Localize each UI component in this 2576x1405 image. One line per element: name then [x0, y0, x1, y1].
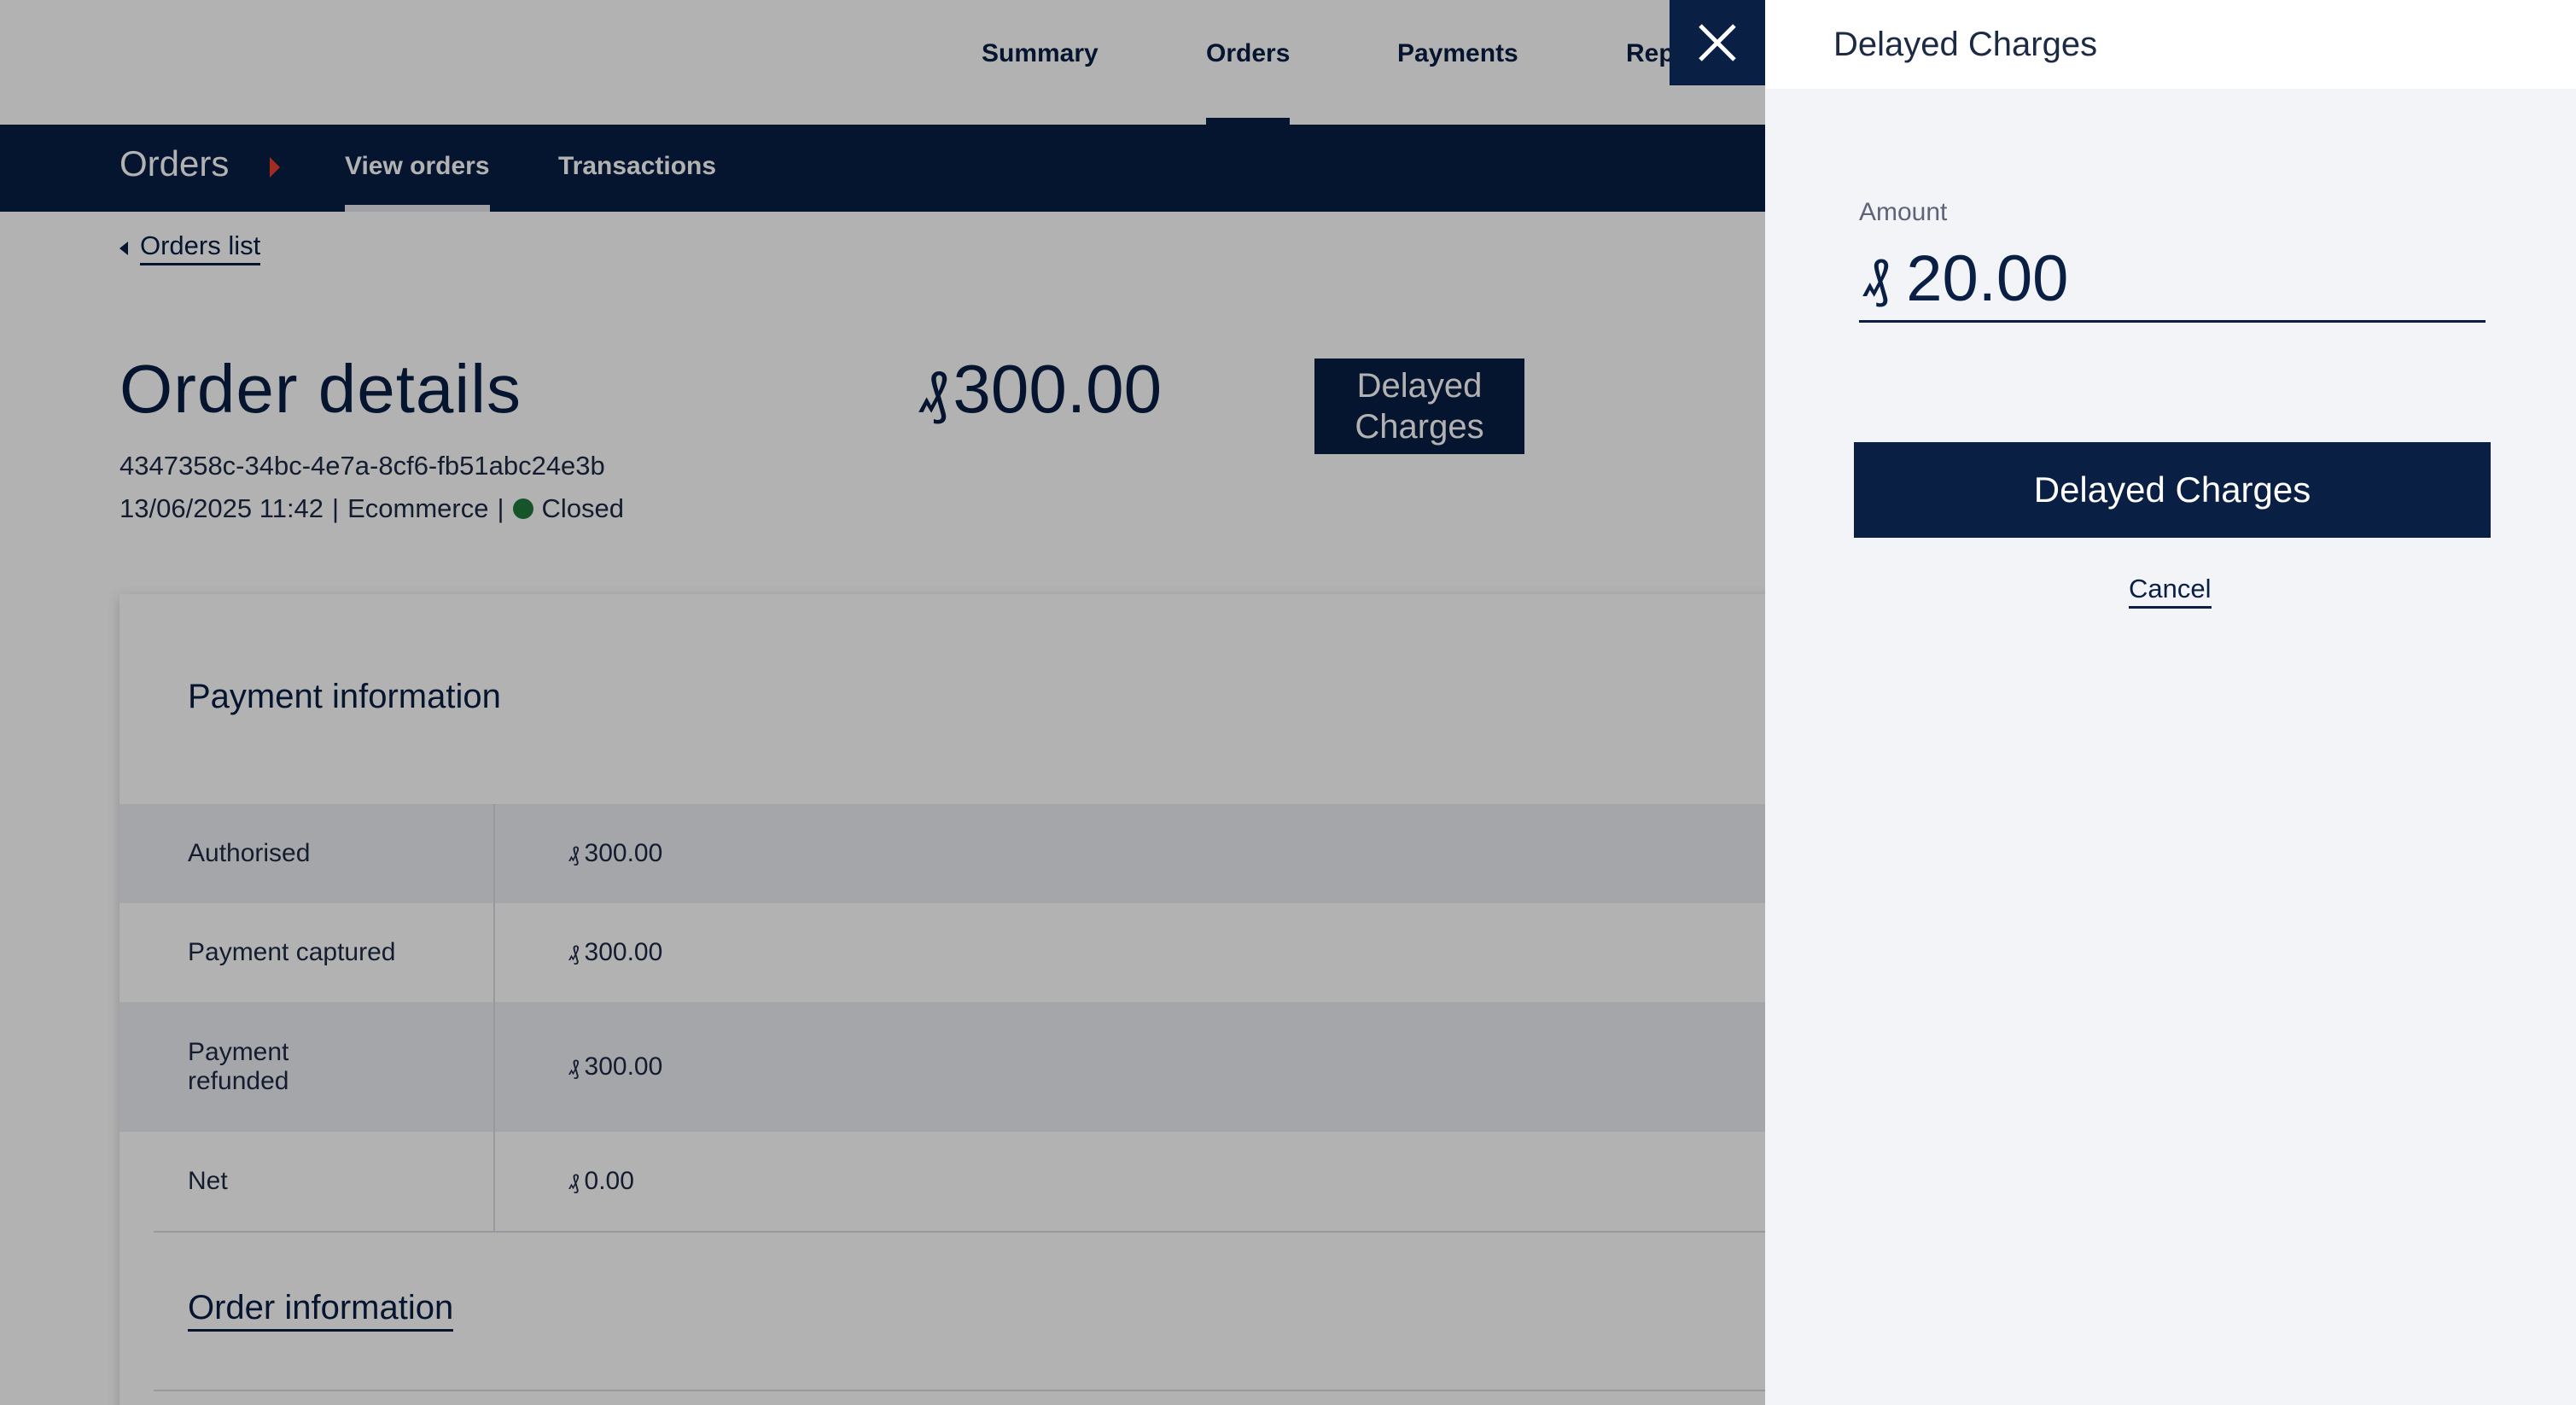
amount-input[interactable] [1906, 242, 2419, 316]
close-icon [1699, 24, 1736, 61]
amount-field[interactable]: ₰ [1859, 237, 2486, 323]
delayed-charges-panel: Delayed Charges Amount ₰ Delayed Charges… [1765, 0, 2576, 1405]
amount-label: Amount [1859, 198, 1948, 226]
cancel-link[interactable]: Cancel [2129, 574, 2212, 609]
panel-header: Delayed Charges [1765, 0, 2576, 89]
close-panel-button[interactable] [1670, 0, 1765, 85]
panel-title: Delayed Charges [1833, 26, 2098, 63]
modal-overlay[interactable] [0, 0, 1765, 1405]
currency-symbol: ₰ [1862, 250, 1890, 307]
submit-delayed-charges-button[interactable]: Delayed Charges [1854, 442, 2491, 538]
